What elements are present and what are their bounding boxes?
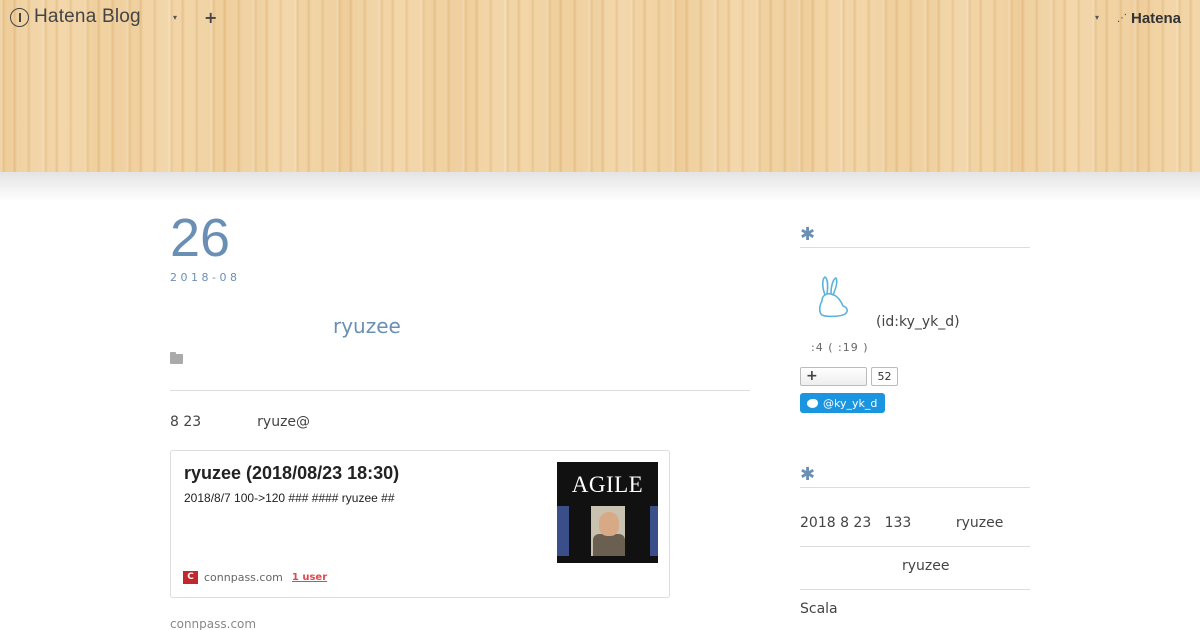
recent-entry-divider-2 [800,589,1030,590]
profile-stats: :4 ( :19 ) [811,341,869,354]
recent-section-rule [800,487,1030,488]
entry-body-line: 8 23 ryuze@ [170,414,310,430]
recent-entry-2[interactable]: ryuzee [902,558,950,574]
thumbnail-word: AGILE [571,472,644,497]
folder-icon [170,352,183,364]
profile-id[interactable]: (id:ky_yk_d) [876,314,960,330]
entry-body-name: ryuze@ [257,414,311,430]
entry-title[interactable]: ryuzee [333,314,401,338]
thumbnail-person-body [593,534,625,556]
recent-section-marker: ✱ [800,464,816,485]
card-title[interactable]: ryuzee (2018/08/23 18:30) [184,463,399,484]
connpass-embed-card[interactable]: ryuzee (2018/08/23 18:30) 2018/8/7 100->… [170,450,670,598]
logo-text: Hatena Blog [34,6,141,27]
hatena-bookmark-add-button[interactable]: + [800,367,867,386]
top-bar: Hatena Blog ▾ + ▾ ⋰ Hatena [0,0,1200,36]
bookmark-users-link[interactable]: 1 user [292,572,327,583]
hatena-link[interactable]: ⋰ Hatena [1117,10,1181,27]
blog-menu-caret-icon[interactable]: ▾ [173,13,177,22]
bookmark-count[interactable]: 52 [871,367,898,386]
hatena-text: Hatena [1131,10,1182,27]
entry-body-date: 8 23 [170,414,202,430]
account-menu-caret-icon[interactable]: ▾ [1095,13,1099,22]
add-entry-button[interactable]: + [204,8,217,27]
card-thumbnail[interactable]: AGILE [557,462,658,563]
profile-section-marker: ✱ [800,224,816,245]
twitter-handle: @ky_yk_d [823,396,878,410]
recent-entry-divider [800,546,1030,547]
hatena-blog-logo-icon [10,7,29,27]
card-footer: C connpass.com 1 user [183,571,327,584]
rabbit-avatar[interactable] [812,275,852,319]
twitter-follow-button[interactable]: @ky_yk_d [800,393,885,413]
recent-entry-1[interactable]: 2018 8 23 133 ryuzee [800,515,1003,531]
entry-day[interactable]: 26 [170,211,230,265]
entry-divider [170,390,750,391]
twitter-bird-icon [807,398,818,408]
card-description: 2018/8/7 100->120 ### #### ryuzee ## [184,491,395,505]
profile-section-rule [800,247,1030,248]
recent-entry-3[interactable]: Scala [800,601,838,617]
hatena-blog-logo[interactable]: Hatena Blog [10,6,141,28]
card-site[interactable]: connpass.com [204,571,283,584]
thumbnail-person-face [599,512,619,536]
banner-shadow [0,172,1200,202]
source-link[interactable]: connpass.com [170,617,256,630]
connpass-icon: C [183,571,198,584]
entry-year-month[interactable]: 2018-08 [170,271,240,284]
hatena-icon: ⋰ [1117,13,1127,24]
